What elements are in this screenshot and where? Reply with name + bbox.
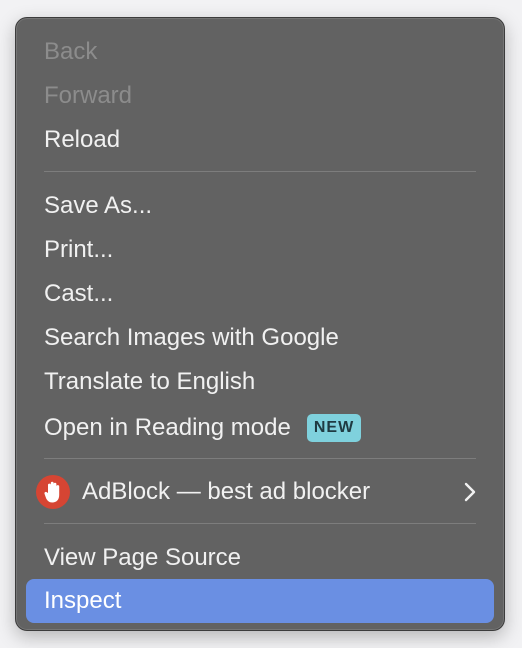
menu-item-reload-label: Reload: [44, 126, 121, 153]
menu-item-print-label: Print...: [44, 236, 114, 263]
menu-item-forward-label: Forward: [44, 82, 133, 109]
menu-item-adblock[interactable]: AdBlock — best ad blocker: [26, 470, 494, 514]
menu-item-view-source-label: View Page Source: [44, 544, 242, 571]
context-menu: Back Forward Reload Save As... Print... …: [15, 17, 505, 631]
menu-item-print[interactable]: Print...: [26, 228, 494, 272]
menu-item-cast[interactable]: Cast...: [26, 272, 494, 316]
menu-item-search-images-label: Search Images with Google: [44, 324, 339, 351]
hand-stop-icon: [36, 475, 70, 509]
menu-item-reading-mode-label: Open in Reading mode: [44, 414, 291, 441]
menu-separator: [44, 171, 476, 172]
menu-item-search-images[interactable]: Search Images with Google: [26, 316, 494, 360]
menu-separator: [44, 523, 476, 524]
menu-item-reading-mode[interactable]: Open in Reading mode NEW: [26, 406, 494, 450]
new-badge: NEW: [306, 414, 362, 442]
menu-item-inspect[interactable]: Inspect: [26, 579, 494, 623]
menu-item-back-label: Back: [44, 38, 98, 65]
menu-item-save-as[interactable]: Save As...: [26, 184, 494, 228]
menu-item-adblock-label: AdBlock — best ad blocker: [82, 478, 371, 505]
menu-item-forward: Forward: [26, 74, 494, 118]
menu-item-translate-label: Translate to English: [44, 368, 256, 395]
menu-item-inspect-label: Inspect: [44, 587, 122, 614]
menu-item-save-as-label: Save As...: [44, 192, 153, 219]
menu-item-back: Back: [26, 30, 494, 74]
menu-item-reload[interactable]: Reload: [26, 118, 494, 162]
chevron-right-icon: [464, 482, 476, 502]
menu-item-view-source[interactable]: View Page Source: [26, 536, 494, 580]
menu-separator: [44, 458, 476, 459]
menu-item-cast-label: Cast...: [44, 280, 114, 307]
menu-item-translate[interactable]: Translate to English: [26, 360, 494, 404]
